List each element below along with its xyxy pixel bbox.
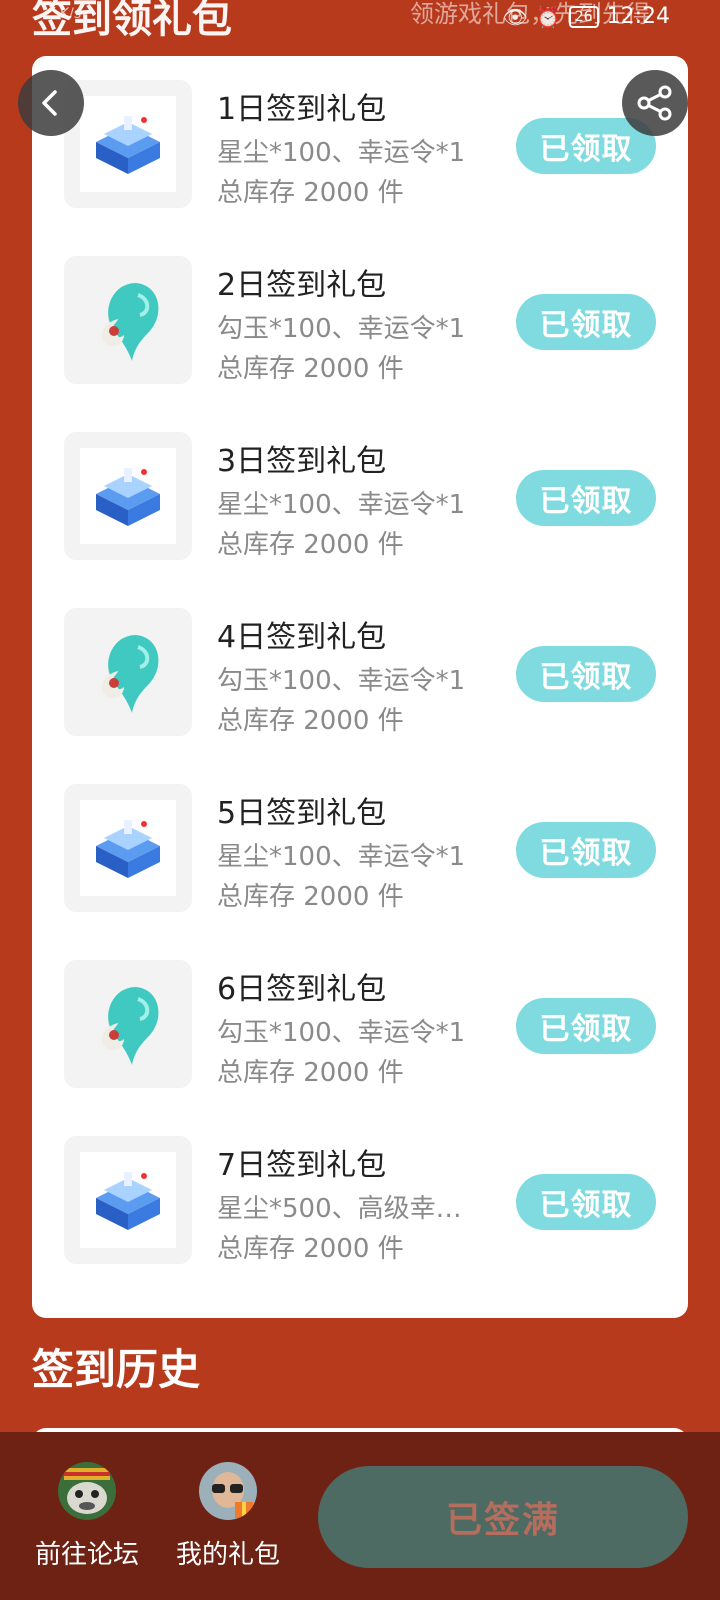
status-bar: 签到领礼包 领游戏礼包，先到先得 K/s 👁 ⏰ 26 12:24: [0, 0, 720, 44]
gift-row-day7: 7日签到礼包 星尘*500、高级幸… 总库存 2000 件 已领取: [32, 1112, 688, 1292]
gift-content: 勾玉*100、幸运令*1: [217, 314, 466, 344]
gift-row-day3: 3日签到礼包 星尘*100、幸运令*1 总库存 2000 件 已领取: [32, 408, 688, 588]
gift-thumbnail: [64, 960, 192, 1088]
gift-stock: 总库存 2000 件: [217, 530, 404, 560]
blue-chest-icon: [80, 800, 176, 896]
history-title: 签到历史: [32, 1345, 201, 1394]
claimed-button[interactable]: 已领取: [516, 294, 656, 350]
blue-chest-icon: [80, 448, 176, 544]
gift-row-day6: 6日签到礼包 勾玉*100、幸运令*1 总库存 2000 件 已领取: [32, 936, 688, 1116]
bottom-bar: 前往论坛 我的礼包 已签满: [0, 1432, 720, 1600]
network-speed: K/s: [60, 6, 82, 22]
share-button[interactable]: [622, 70, 688, 136]
claimed-button[interactable]: 已领取: [516, 1174, 656, 1230]
gift-thumbnail: [64, 608, 192, 736]
my-gift-nav-item[interactable]: 我的礼包: [168, 1462, 288, 1571]
gift-stock: 总库存 2000 件: [217, 1234, 404, 1264]
gift-title: 5日签到礼包: [217, 796, 387, 831]
gift-stock: 总库存 2000 件: [217, 1058, 404, 1088]
gift-thumbnail: [64, 256, 192, 384]
gift-content: 星尘*100、幸运令*1: [217, 842, 466, 872]
claimed-button[interactable]: 已领取: [516, 822, 656, 878]
gift-title: 7日签到礼包: [217, 1148, 387, 1183]
status-time: 12:24: [606, 4, 670, 29]
gift-title: 6日签到礼包: [217, 972, 387, 1007]
gift-title: 2日签到礼包: [217, 268, 387, 303]
gift-row-day5: 5日签到礼包 星尘*100、幸运令*1 总库存 2000 件 已领取: [32, 760, 688, 940]
claimed-button[interactable]: 已领取: [516, 470, 656, 526]
status-icons: 👁 ⏰ 26 12:24: [502, 4, 670, 29]
share-icon: [637, 85, 672, 121]
gift-content: 星尘*100、幸运令*1: [217, 490, 466, 520]
gift-stock: 总库存 2000 件: [217, 706, 404, 736]
gift-thumbnail: [64, 1136, 192, 1264]
gift-content: 勾玉*100、幸运令*1: [217, 1018, 466, 1048]
gift-title: 1日签到礼包: [217, 92, 387, 127]
blue-chest-icon: [80, 96, 176, 192]
jade-magatama-icon: [80, 272, 176, 368]
battery-icon: 26: [568, 5, 599, 28]
gift-row-day1: 1日签到礼包 星尘*100、幸运令*1 总库存 2000 件 已领取: [32, 56, 688, 236]
gift-thumbnail: [64, 432, 192, 560]
gift-row-day2: 2日签到礼包 勾玉*100、幸运令*1 总库存 2000 件 已领取: [32, 232, 688, 412]
back-button[interactable]: [18, 70, 84, 136]
signin-full-button[interactable]: 已签满: [318, 1466, 688, 1568]
forum-label: 前往论坛: [34, 1540, 139, 1570]
blue-chest-icon: [80, 1152, 176, 1248]
my-gift-label: 我的礼包: [175, 1540, 280, 1570]
gift-title: 3日签到礼包: [217, 444, 387, 479]
jade-magatama-icon: [80, 976, 176, 1072]
gift-title: 4日签到礼包: [217, 620, 387, 655]
gift-content: 星尘*100、幸运令*1: [217, 138, 466, 168]
gift-thumbnail: [64, 784, 192, 912]
eye-icon: 👁: [502, 4, 528, 29]
gift-content: 勾玉*100、幸运令*1: [217, 666, 466, 696]
claimed-button[interactable]: 已领取: [516, 998, 656, 1054]
gift-list-card: 1日签到礼包 星尘*100、幸运令*1 总库存 2000 件 已领取 2日签到礼…: [32, 56, 688, 1318]
chevron-left-icon: [42, 90, 57, 116]
user-avatar-icon: [199, 1462, 257, 1520]
alarm-icon: ⏰: [535, 4, 561, 29]
jade-magatama-icon: [80, 624, 176, 720]
forum-avatar-icon: [58, 1462, 116, 1520]
gift-row-day4: 4日签到礼包 勾玉*100、幸运令*1 总库存 2000 件 已领取: [32, 584, 688, 764]
gift-stock: 总库存 2000 件: [217, 354, 404, 384]
claimed-button[interactable]: 已领取: [516, 646, 656, 702]
gift-stock: 总库存 2000 件: [217, 882, 404, 912]
gift-content: 星尘*500、高级幸…: [217, 1194, 462, 1224]
gift-stock: 总库存 2000 件: [217, 178, 404, 208]
forum-nav-item[interactable]: 前往论坛: [27, 1462, 147, 1571]
